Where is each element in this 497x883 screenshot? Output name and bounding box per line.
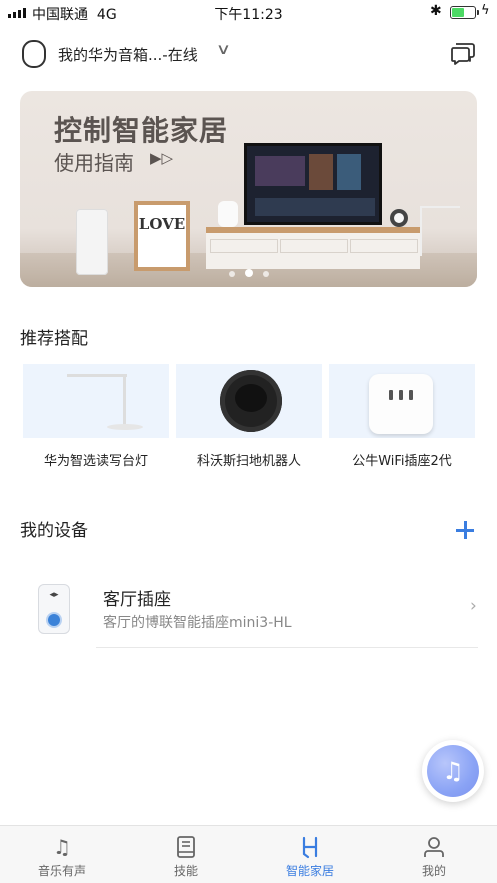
clock: 下午11:23 bbox=[214, 7, 283, 23]
recommend-item-plug[interactable]: 公牛WiFi插座2代 bbox=[329, 364, 475, 469]
top-header: 我的华为音箱...-在线 ∨ bbox=[0, 34, 497, 74]
my-devices-title: 我的设备 bbox=[20, 521, 88, 541]
recommend-item-label: 华为智选读写台灯 bbox=[43, 454, 148, 469]
air-purifier-image bbox=[76, 209, 108, 275]
message-icon[interactable] bbox=[450, 40, 476, 66]
lamp-image bbox=[420, 206, 460, 256]
recommend-item-lamp[interactable]: 华为智选读写台灯 bbox=[23, 364, 169, 469]
speaker-icon bbox=[22, 40, 46, 68]
camera-image bbox=[390, 209, 408, 227]
smart-plug-image bbox=[329, 364, 475, 438]
music-player-button[interactable]: ♫ bbox=[422, 740, 484, 802]
recommend-title: 推荐搭配 bbox=[20, 329, 88, 349]
device-selector[interactable]: 我的华为音箱...-在线 bbox=[58, 44, 198, 65]
recommend-item-label: 公牛WiFi插座2代 bbox=[352, 454, 452, 469]
tab-smart-home[interactable]: 智能家居 bbox=[248, 826, 372, 883]
recommend-item-label: 科沃斯扫地机器人 bbox=[196, 454, 301, 469]
status-bar: 中国联通 4G 下午11:23 ✱ ϟ bbox=[0, 0, 497, 26]
carousel-indicator bbox=[20, 269, 477, 277]
banner-title: 控制智能家居 bbox=[54, 114, 229, 147]
socket-icon: ◂▸ bbox=[38, 584, 70, 634]
bottom-tab-bar: ♫ 音乐有声 技能 智能家居 我的 bbox=[0, 825, 497, 883]
book-icon bbox=[177, 836, 195, 858]
promo-banner[interactable]: 控制智能家居 使用指南 ▶▷ LOVE bbox=[20, 91, 477, 287]
recommend-item-robot[interactable]: 科沃斯扫地机器人 bbox=[176, 364, 322, 469]
tab-me[interactable]: 我的 bbox=[372, 826, 496, 883]
tab-music[interactable]: ♫ 音乐有声 bbox=[0, 826, 124, 883]
music-note-icon: ♫ bbox=[427, 745, 479, 797]
robot-vacuum-image bbox=[176, 364, 322, 438]
divider bbox=[96, 647, 478, 648]
bluetooth-icon: ✱ bbox=[430, 3, 442, 19]
desk-lamp-image bbox=[23, 364, 169, 438]
device-row[interactable]: ◂▸ 客厅插座 客厅的博联智能插座mini3-HL › bbox=[0, 570, 497, 648]
speaker-image bbox=[218, 201, 238, 227]
tv-cabinet-image bbox=[206, 227, 420, 269]
chevron-right-icon: › bbox=[470, 596, 477, 616]
charging-icon: ϟ bbox=[481, 3, 490, 18]
tv-image bbox=[244, 143, 382, 225]
picture-frame-image: LOVE bbox=[134, 201, 190, 271]
smart-home-icon bbox=[302, 836, 318, 859]
battery-icon bbox=[450, 6, 479, 19]
user-icon bbox=[424, 837, 444, 857]
chevron-down-icon[interactable]: ∨ bbox=[216, 40, 231, 58]
device-name: 客厅插座 bbox=[103, 590, 171, 610]
add-device-icon[interactable] bbox=[454, 519, 476, 541]
banner-subtitle: 使用指南 bbox=[54, 151, 134, 175]
tab-skills[interactable]: 技能 bbox=[124, 826, 248, 883]
music-note-icon: ♫ bbox=[53, 835, 71, 859]
device-description: 客厅的博联智能插座mini3-HL bbox=[103, 615, 292, 631]
play-icon: ▶▷ bbox=[150, 149, 174, 167]
